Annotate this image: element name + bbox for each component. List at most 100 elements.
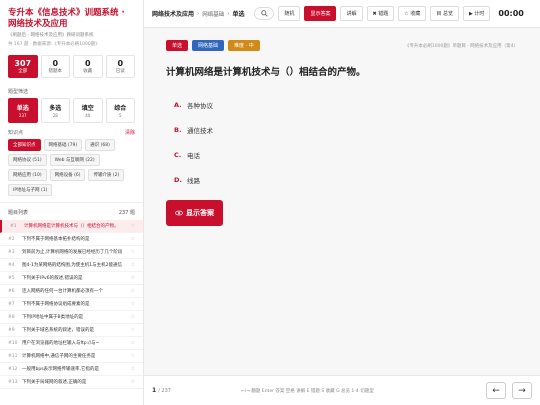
question-list: #1 计算机网络是计算机技术与（）相结合的产物。 ☆ #2 下列不属于网络基本拓扑结构…: [0, 220, 143, 405]
list-item[interactable]: #8 下列IP地址中属于B类地址的是 ☆: [0, 311, 143, 324]
question-number: #4: [8, 262, 15, 268]
type-filter-label: 题型筛选: [0, 82, 143, 98]
option-a[interactable]: A. 各种协议: [166, 92, 518, 117]
question-number: #3: [8, 249, 15, 255]
show-answer-label: 显示答案: [186, 209, 214, 217]
list-item[interactable]: #9 下列关于域名系统的叙述，错误的是 ☆: [0, 324, 143, 337]
chip-general[interactable]: 通识 (68): [85, 139, 115, 151]
question-number: #13: [8, 379, 18, 385]
show-answer-toggle[interactable]: 显示答案: [304, 6, 337, 21]
list-item[interactable]: #12 一般用bps表示网络传输速率,它指的是 ☆: [0, 363, 143, 376]
chip-network-basics[interactable]: 网络基础 (79): [43, 139, 83, 151]
star-icon[interactable]: ☆: [127, 340, 135, 346]
option-d[interactable]: D. 线路: [166, 167, 518, 192]
question-panel: 单选 网络基础 难度 · 中 《专升本必刷1000题》单题目 · 网络技术及应用…: [144, 28, 540, 375]
stat-all[interactable]: 307 全部: [8, 55, 38, 78]
star-icon[interactable]: ☆: [127, 301, 135, 307]
star-icon[interactable]: ☆: [127, 379, 135, 385]
show-answer-button[interactable]: 显示答案: [166, 200, 223, 226]
stats-row: 307 全部 0 错题本 0 收藏 0 已读: [0, 51, 143, 82]
bottom-bar: 1 / 237 ←/→ 翻题 Enter 答案 空格 讲解 E 错题 S 收藏 …: [144, 375, 540, 405]
breadcrumb-separator: ›: [197, 10, 200, 17]
star-icon[interactable]: ☆: [127, 327, 135, 333]
list-item[interactable]: #3 到目前为止,计算机网络的发展已经经历了几个阶段 ☆: [0, 246, 143, 259]
stat-favorite[interactable]: 0 收藏: [73, 55, 103, 78]
question-list-header: 题目列表 237 题: [0, 202, 143, 220]
chip-web[interactable]: Web 与互联网 (22): [49, 154, 100, 166]
star-icon[interactable]: ☆: [127, 353, 135, 359]
overview-button[interactable]: 目 总览: [430, 6, 459, 21]
option-c[interactable]: C. 电话: [166, 142, 518, 167]
stat-value: 0: [117, 59, 124, 68]
app-title: 专升本《信息技术》训题系统 · 网络技术及应用: [8, 8, 125, 29]
type-count: 28: [52, 113, 58, 118]
stat-label: 全部: [18, 69, 28, 74]
list-item[interactable]: #2 下列不属于网络基本拓扑结构的是 ☆: [0, 233, 143, 246]
option-text: 电话: [187, 151, 200, 160]
knowledge-label: 知识点 清除: [0, 123, 143, 139]
star-icon[interactable]: ☆: [127, 262, 135, 268]
list-item[interactable]: #10 用户在浏览器的地址栏输入与ftp://与~ ☆: [0, 337, 143, 350]
type-name: 多选: [49, 105, 62, 112]
chip-applications[interactable]: 网络应用 (10): [8, 169, 47, 181]
breadcrumb-type: 单选: [232, 11, 245, 18]
star-icon[interactable]: ☆: [127, 236, 135, 242]
chip-devices[interactable]: 网络设备 (6): [49, 169, 86, 181]
chip-ip-subnet[interactable]: IP地址与子网 (1): [8, 184, 53, 196]
option-text: 各种协议: [187, 101, 213, 110]
wrong-button[interactable]: ✖ 错题: [366, 6, 395, 21]
question-text: 下列不属于网络基本拓扑结构的是: [22, 237, 90, 242]
tag-difficulty: 难度 · 中: [228, 40, 260, 51]
stat-label: 收藏: [83, 69, 93, 74]
question-tags: 单选 网络基础 难度 · 中 《专升本必刷1000题》单题目 · 网络技术及应用…: [166, 40, 518, 51]
star-icon[interactable]: ☆: [127, 223, 135, 229]
timer-button[interactable]: ▶ 计时: [462, 6, 491, 21]
app-root: 专升本《信息技术》训题系统 · 网络技术及应用 《刷题后 - 网络技术及应用》教…: [0, 0, 540, 405]
current-page: 1: [152, 387, 157, 394]
list-item[interactable]: #5 下列关于IPv6的叙述,错误的是 ☆: [0, 272, 143, 285]
list-item[interactable]: #13 下列关于局域网的叙述,正确的是 ☆: [0, 376, 143, 389]
star-icon[interactable]: ☆: [127, 249, 135, 255]
next-button[interactable]: →: [512, 382, 532, 399]
pagination: 1 / 237: [152, 387, 171, 394]
star-icon[interactable]: ☆: [127, 275, 135, 281]
chip-protocols[interactable]: 网络协议 (51): [8, 154, 47, 166]
question-number: #2: [8, 236, 15, 242]
option-key: C.: [174, 150, 182, 159]
question-number: #5: [8, 275, 15, 281]
stat-label: 错题本: [48, 69, 63, 74]
random-button[interactable]: 随机: [278, 6, 301, 21]
prev-button[interactable]: ←: [486, 382, 506, 399]
question-list-count: 237 题: [118, 210, 135, 216]
clear-filter-link[interactable]: 清除: [125, 129, 135, 136]
timer-display: 00:00: [498, 9, 524, 18]
type-comprehensive[interactable]: 综合 5: [105, 98, 135, 123]
star-icon[interactable]: ☆: [127, 288, 135, 294]
question-list-title: 题目列表: [8, 210, 29, 216]
chip-media[interactable]: 传输介质 (2): [88, 169, 125, 181]
stat-read[interactable]: 0 已读: [105, 55, 135, 78]
list-item[interactable]: #6 连入网络的任何一台计算机都必须有一个 ☆: [0, 285, 143, 298]
breadcrumb-root[interactable]: 网络技术及应用: [152, 9, 194, 18]
list-item[interactable]: #7 下列不属于网络协议组成要素的是 ☆: [0, 298, 143, 311]
breadcrumb-section[interactable]: 网络基础: [202, 10, 224, 18]
search-icon[interactable]: [254, 7, 275, 20]
stat-wrong[interactable]: 0 错题本: [40, 55, 70, 78]
keyboard-hints: ←/→ 翻题 Enter 答案 空格 讲解 E 错题 S 收藏 G 总览 1-4…: [240, 388, 374, 394]
favorite-button[interactable]: ☆ 收藏: [398, 6, 427, 21]
type-single[interactable]: 单选 237: [8, 98, 38, 123]
list-item[interactable]: #1 计算机网络是计算机技术与（）相结合的产物。 ☆: [0, 220, 143, 233]
explain-button[interactable]: 讲解: [340, 6, 363, 21]
question-text: 下列关于局域网的叙述,正确的是: [22, 380, 87, 385]
star-icon[interactable]: ☆: [127, 366, 135, 372]
list-item[interactable]: #11 计算机网络中,通信子网的主要任务是 ☆: [0, 350, 143, 363]
list-item[interactable]: #4 图4-1为某网络的结构图,为使主机1与主机2能通信 ☆: [0, 259, 143, 272]
type-multi[interactable]: 多选 28: [40, 98, 70, 123]
chip-all[interactable]: 全部知识点: [8, 139, 41, 151]
option-text: 线路: [187, 176, 200, 185]
type-fill[interactable]: 填空 40: [73, 98, 103, 123]
type-filter-title: 题型筛选: [8, 89, 29, 95]
star-icon[interactable]: ☆: [127, 314, 135, 320]
top-toolbar: 网络技术及应用 › 网络基础 › 单选 随机 显示答案 讲解 ✖ 错题 ☆ 收藏…: [144, 0, 540, 28]
option-b[interactable]: B. 通信技术: [166, 117, 518, 142]
